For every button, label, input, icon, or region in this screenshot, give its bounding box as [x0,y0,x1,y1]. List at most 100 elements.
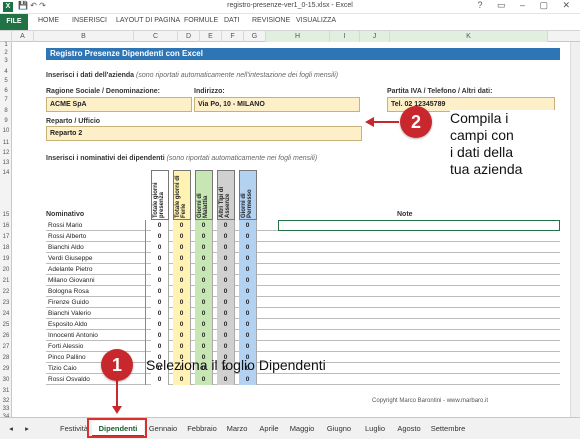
row-header[interactable]: 32 [0,398,12,404]
count-cell[interactable]: 0 [195,330,213,341]
count-cell[interactable]: 0 [173,220,191,231]
count-cell[interactable]: 0 [195,286,213,297]
col-j[interactable]: J [360,31,390,42]
count-cell[interactable]: 0 [239,264,257,275]
count-cell[interactable]: 0 [239,253,257,264]
vertical-scrollbar[interactable] [570,42,580,417]
sheet-tab-luglio[interactable]: Luglio [360,421,390,437]
sheet-tab-marzo[interactable]: Marzo [222,421,252,437]
note-cell[interactable] [278,242,560,253]
employee-name[interactable]: Innocenti Antonio [46,330,146,341]
sheet-prev-button[interactable]: ◂ [6,421,16,437]
row-header[interactable]: 15 [0,212,12,218]
count-cell[interactable]: 0 [151,231,169,242]
note-cell[interactable] [278,341,560,352]
row-header[interactable]: 31 [0,388,12,394]
row-header[interactable]: 8 [0,108,12,114]
note-cell[interactable] [278,231,560,242]
employee-name[interactable]: Forti Alessio [46,341,146,352]
employee-name[interactable]: Verdi Giuseppe [46,253,146,264]
count-cell[interactable]: 0 [195,374,213,385]
row-header[interactable]: 13 [0,160,12,166]
row-header[interactable]: 5 [0,78,12,84]
count-cell[interactable]: 0 [151,275,169,286]
employee-name[interactable]: Bianchi Valerio [46,308,146,319]
row-header[interactable]: 27 [0,344,12,350]
count-cell[interactable]: 0 [173,319,191,330]
col-e[interactable]: E [200,31,222,42]
employee-name[interactable]: Bianchi Aldo [46,242,146,253]
sheet-tab-festivit[interactable]: Festività [58,421,90,437]
count-cell[interactable]: 0 [195,297,213,308]
table-row[interactable]: Innocenti Antonio 0 0 0 0 0 [46,330,560,341]
col-a[interactable]: A [12,31,34,42]
count-cell[interactable]: 0 [195,341,213,352]
count-cell[interactable]: 0 [239,297,257,308]
count-cell[interactable]: 0 [217,297,235,308]
note-cell[interactable] [278,308,560,319]
note-cell[interactable] [278,220,560,231]
count-cell[interactable]: 0 [173,308,191,319]
count-cell[interactable]: 0 [217,286,235,297]
count-cell[interactable]: 0 [151,297,169,308]
row-header[interactable]: 23 [0,300,12,306]
table-row[interactable]: Bianchi Valerio 0 0 0 0 0 [46,308,560,319]
note-cell[interactable] [278,275,560,286]
count-cell[interactable]: 0 [173,275,191,286]
employee-name[interactable]: Adelante Pietro [46,264,146,275]
count-cell[interactable]: 0 [151,220,169,231]
table-row[interactable]: Esposito Aldo 0 0 0 0 0 [46,319,560,330]
row-header[interactable]: 16 [0,223,12,229]
row-header[interactable]: 29 [0,366,12,372]
sheet-tab-settembre[interactable]: Settembre [428,421,468,437]
employee-name[interactable]: Rossi Alberto [46,231,146,242]
tab-inserisci[interactable]: INSERISCI [72,17,107,24]
col-d[interactable]: D [178,31,200,42]
count-cell[interactable]: 0 [173,341,191,352]
row-header[interactable]: 24 [0,311,12,317]
row-header[interactable]: 28 [0,355,12,361]
count-cell[interactable]: 0 [195,264,213,275]
row-header[interactable]: 17 [0,234,12,240]
count-cell[interactable]: 0 [217,341,235,352]
row-header[interactable]: 20 [0,267,12,273]
count-cell[interactable]: 0 [173,297,191,308]
reparto-field[interactable]: Reparto 2 [46,126,362,141]
table-row[interactable]: Bologna Rosa 0 0 0 0 0 [46,286,560,297]
employee-name[interactable]: Bologna Rosa [46,286,146,297]
row-header[interactable]: 7 [0,97,12,103]
note-cell[interactable] [278,319,560,330]
count-cell[interactable]: 0 [195,319,213,330]
table-row[interactable]: Rossi Alberto 0 0 0 0 0 [46,231,560,242]
count-cell[interactable]: 0 [195,231,213,242]
count-cell[interactable]: 0 [217,319,235,330]
row-header[interactable]: 14 [0,170,12,176]
row-header[interactable]: 10 [0,128,12,134]
count-cell[interactable]: 0 [195,275,213,286]
sheet-tab-gennaio[interactable]: Gennaio [144,421,182,437]
note-cell[interactable] [278,297,560,308]
tab-home[interactable]: HOME [38,17,59,24]
count-cell[interactable]: 0 [151,264,169,275]
col-g[interactable]: G [244,31,266,42]
row-header[interactable]: 12 [0,150,12,156]
tab-formule[interactable]: FORMULE [184,17,218,24]
table-row[interactable]: Milano Giovanni 0 0 0 0 0 [46,275,560,286]
count-cell[interactable]: 0 [173,330,191,341]
count-cell[interactable]: 0 [151,330,169,341]
row-header[interactable]: 6 [0,88,12,94]
count-cell[interactable]: 0 [217,242,235,253]
count-cell[interactable]: 0 [239,220,257,231]
employee-name[interactable]: Firenze Guido [46,297,146,308]
count-cell[interactable]: 0 [239,319,257,330]
row-header[interactable]: 4 [0,69,12,75]
count-cell[interactable]: 0 [195,242,213,253]
ragione-field[interactable]: ACME SpA [46,97,192,112]
count-cell[interactable]: 0 [239,308,257,319]
count-cell[interactable]: 0 [173,286,191,297]
count-cell[interactable]: 0 [151,242,169,253]
row-header[interactable]: 30 [0,377,12,383]
sheet-tab-aprile[interactable]: Aprile [254,421,284,437]
count-cell[interactable]: 0 [217,220,235,231]
col-k[interactable]: K [390,31,548,42]
